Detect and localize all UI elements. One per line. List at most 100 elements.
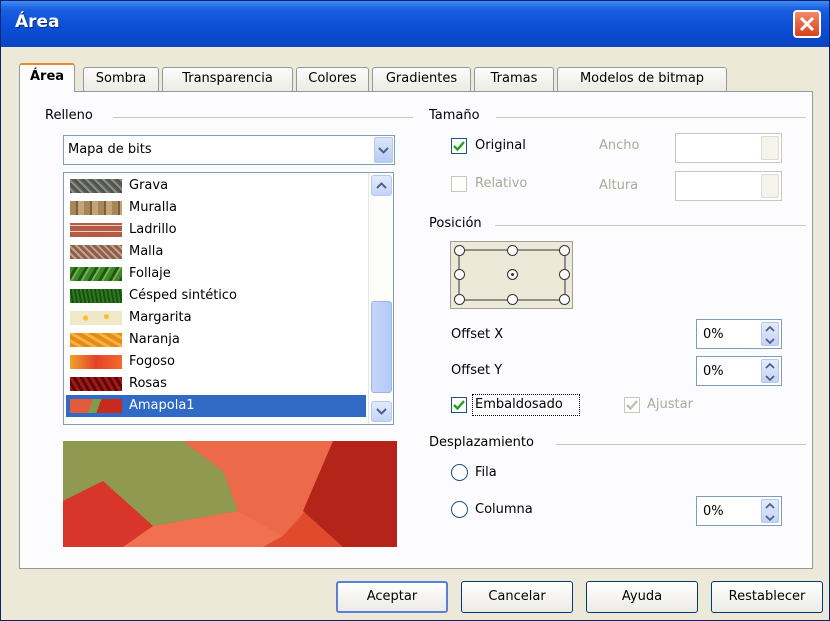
list-item[interactable]: Fogoso	[66, 351, 366, 373]
list-item[interactable]: Margarita	[66, 307, 366, 329]
bitmap-thumbnail	[70, 333, 122, 347]
bitmap-thumbnail	[70, 311, 122, 325]
desplazamiento-spin-button[interactable]	[761, 499, 779, 523]
scroll-thumb[interactable]	[371, 301, 392, 393]
window-title: Área	[15, 12, 60, 32]
cancelar-button[interactable]: Cancelar	[461, 581, 573, 613]
offset-x-field[interactable]: 0%	[696, 319, 782, 349]
fill-type-value: Mapa de bits	[68, 142, 152, 157]
offset-x-label: Offset X	[451, 327, 504, 342]
title-bar[interactable]: Área	[1, 1, 829, 47]
offset-y-spin-button[interactable]	[761, 359, 779, 383]
chevron-down-icon	[376, 408, 387, 415]
list-item[interactable]: Césped sintético	[66, 285, 366, 307]
desplazamiento-label: Desplazamiento	[429, 435, 540, 450]
tab-colores[interactable]: Colores	[296, 67, 369, 91]
altura-label: Altura	[599, 178, 639, 193]
tab-sombra[interactable]: Sombra	[83, 67, 159, 91]
bitmap-preview	[63, 441, 397, 547]
position-point[interactable]	[507, 245, 518, 256]
checkmark-icon	[453, 400, 465, 411]
area-dialog: Área Área Sombra Transparencia Colores G…	[0, 0, 830, 621]
checkmark-icon	[626, 400, 638, 411]
altura-field[interactable]	[675, 171, 782, 201]
relleno-label: Relleno	[45, 108, 99, 123]
position-point[interactable]	[454, 245, 465, 256]
list-scrollbar[interactable]	[368, 173, 393, 424]
position-point[interactable]	[559, 269, 570, 280]
list-item[interactable]: Ladrillo	[66, 219, 366, 241]
spin-arrows-icon	[765, 362, 775, 382]
position-point[interactable]	[559, 245, 570, 256]
fila-radio[interactable]	[451, 464, 468, 481]
list-item[interactable]: Rosas	[66, 373, 366, 395]
offset-y-label: Offset Y	[451, 363, 503, 378]
chevron-up-icon	[376, 182, 387, 189]
bitmap-thumbnail	[70, 267, 122, 281]
tab-transparencia[interactable]: Transparencia	[162, 67, 293, 91]
list-item[interactable]: Naranja	[66, 329, 366, 351]
ayuda-button[interactable]: Ayuda	[586, 581, 698, 613]
position-point-selected[interactable]	[507, 269, 518, 280]
dropdown-button[interactable]	[374, 137, 393, 163]
position-point[interactable]	[507, 294, 518, 305]
ajustar-checkbox[interactable]	[624, 397, 640, 413]
bitmap-thumbnail	[70, 223, 122, 237]
offset-x-spin-button[interactable]	[761, 322, 779, 346]
bitmap-thumbnail	[70, 201, 122, 215]
desplazamiento-value: 0%	[703, 504, 724, 519]
altura-spin-button[interactable]	[761, 174, 779, 198]
desplazamiento-divider	[556, 444, 806, 445]
desplazamiento-field[interactable]: 0%	[696, 496, 782, 526]
tab-area[interactable]: Área	[19, 63, 75, 92]
bitmap-thumbnail	[70, 355, 122, 369]
bitmap-thumbnail	[70, 289, 122, 303]
relleno-divider	[113, 117, 413, 118]
posicion-label: Posición	[429, 216, 488, 231]
preview-image	[63, 441, 397, 547]
offset-y-value: 0%	[703, 364, 724, 379]
close-button[interactable]	[793, 10, 821, 38]
chevron-down-icon	[378, 147, 389, 154]
ancho-spin-button[interactable]	[761, 136, 779, 160]
bitmap-list[interactable]: Grava Muralla Ladrillo Malla Follaje Cés…	[63, 172, 394, 425]
list-item[interactable]: Grava	[66, 175, 366, 197]
tab-modelos-bitmap[interactable]: Modelos de bitmap	[557, 67, 727, 91]
fill-type-select[interactable]: Mapa de bits	[63, 135, 395, 165]
columna-label: Columna	[475, 502, 533, 517]
fila-label: Fila	[475, 465, 497, 480]
ancho-label: Ancho	[599, 138, 640, 153]
relativo-checkbox[interactable]	[451, 176, 467, 192]
bitmap-thumbnail	[70, 179, 122, 193]
aceptar-button[interactable]: Aceptar	[336, 581, 448, 613]
close-icon	[799, 16, 815, 32]
ajustar-label: Ajustar	[647, 397, 693, 412]
tamano-divider	[496, 117, 806, 118]
spin-arrows-icon	[765, 325, 775, 345]
position-point[interactable]	[559, 294, 570, 305]
scroll-down-button[interactable]	[371, 401, 392, 422]
original-checkbox[interactable]	[451, 138, 467, 154]
embaldosado-label: Embaldosado	[475, 397, 563, 412]
list-item[interactable]: Follaje	[66, 263, 366, 285]
relativo-label: Relativo	[475, 176, 528, 191]
position-point[interactable]	[454, 269, 465, 280]
position-point[interactable]	[454, 294, 465, 305]
ancho-field[interactable]	[675, 133, 782, 163]
list-item[interactable]: Muralla	[66, 197, 366, 219]
offset-y-field[interactable]: 0%	[696, 356, 782, 386]
position-selector[interactable]	[450, 241, 573, 309]
spin-arrows-icon	[765, 502, 775, 522]
bitmap-thumbnail	[70, 399, 122, 413]
tamano-label: Tamaño	[429, 108, 486, 123]
bitmap-thumbnail	[70, 377, 122, 391]
scroll-up-button[interactable]	[371, 175, 392, 196]
columna-radio[interactable]	[451, 501, 468, 518]
tab-tramas[interactable]: Tramas	[474, 67, 554, 91]
bitmap-thumbnail	[70, 245, 122, 259]
list-item-selected[interactable]: Amapola1	[66, 395, 366, 417]
restablecer-button[interactable]: Restablecer	[711, 581, 823, 613]
tab-gradientes[interactable]: Gradientes	[372, 67, 471, 91]
embaldosado-checkbox[interactable]	[451, 397, 467, 413]
list-item[interactable]: Malla	[66, 241, 366, 263]
